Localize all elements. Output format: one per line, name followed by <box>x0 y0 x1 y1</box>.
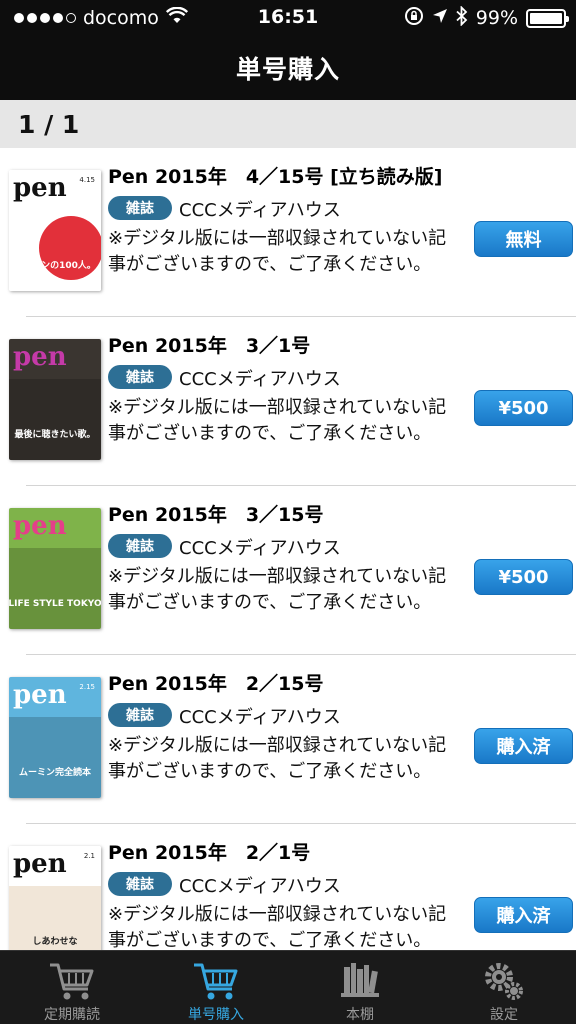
cover-issue: 4.15 <box>79 176 95 184</box>
cover-logo: pen <box>13 680 67 710</box>
magazine-cover[interactable]: pen 最後に聴きたい歌。 <box>9 339 101 460</box>
bookshelf-icon <box>341 963 379 997</box>
category-badge: 雑誌 <box>108 703 172 727</box>
page-count-header: 1 / 1 <box>0 100 576 148</box>
cover-headline: ニッポンの100人。 <box>14 259 96 271</box>
page-title: 単号購入 <box>235 55 340 84</box>
cart-icon <box>194 963 238 1000</box>
status-bar: docomo 16:51 99% <box>0 0 576 36</box>
publisher-name: CCCメディアハウス <box>179 876 341 897</box>
issue-title: Pen 2015年 3／15号 <box>108 504 324 526</box>
cover-headline: 最後に聴きたい歌。 <box>14 428 95 440</box>
publisher-name: CCCメディアハウス <box>179 538 341 559</box>
tab-label: 単号購入 <box>188 1007 244 1023</box>
battery-percent: 99% <box>475 7 518 29</box>
issue-title: Pen 2015年 3／1号 <box>108 335 311 357</box>
cover-logo: pen <box>13 173 67 203</box>
issue-note: ※デジタル版には一部収録されていない記事がございますので、ご了承ください。 <box>108 397 447 444</box>
list-item[interactable]: pen 2.15 ムーミン完全読本 Pen 2015年 2／15号 雑誌 CCC… <box>0 655 576 824</box>
cover-logo: pen <box>13 342 67 372</box>
purchase-button[interactable]: ¥500 <box>474 559 573 595</box>
publisher-name: CCCメディアハウス <box>179 200 341 221</box>
list-item[interactable]: pen 最後に聴きたい歌。 Pen 2015年 3／1号 雑誌 CCCメディアハ… <box>0 317 576 486</box>
cover-logo: pen <box>13 511 67 541</box>
magazine-cover[interactable]: pen 4.15 ニッポンの100人。 <box>9 170 101 291</box>
list-item[interactable]: pen 2.1 しあわせな Pen 2015年 2／1号 雑誌 CCCメディアハ… <box>0 824 576 950</box>
purchase-button[interactable]: 無料 <box>474 221 573 257</box>
issue-note: ※デジタル版には一部収録されていない記事がございますので、ご了承ください。 <box>108 566 447 613</box>
purchase-button[interactable]: 購入済 <box>474 897 573 933</box>
tab-settings[interactable]: 設定 <box>432 951 576 1024</box>
magazine-cover[interactable]: pen 2.1 しあわせな <box>9 846 101 950</box>
magazine-cover[interactable]: pen LIFE STYLE TOKYO <box>9 508 101 629</box>
rotation-lock-icon <box>404 6 424 31</box>
gear-icon <box>485 963 523 1000</box>
tab-label: 本棚 <box>346 1007 374 1023</box>
cover-headline: ムーミン完全読本 <box>19 766 92 778</box>
cover-headline: LIFE STYLE TOKYO <box>9 599 101 609</box>
cover-issue: 2.1 <box>84 852 95 860</box>
status-right: 99% <box>404 4 569 31</box>
cover-issue: 2.15 <box>79 683 95 691</box>
list-item[interactable]: pen LIFE STYLE TOKYO Pen 2015年 3／15号 雑誌 … <box>0 486 576 655</box>
issue-note: ※デジタル版には一部収録されていない記事がございますので、ご了承ください。 <box>108 904 447 950</box>
issue-title: Pen 2015年 2／15号 <box>108 673 324 695</box>
category-badge: 雑誌 <box>108 365 172 389</box>
battery-icon <box>526 8 569 28</box>
tab-single-issue[interactable]: 単号購入 <box>144 951 288 1024</box>
tab-bar: 定期購読 単号購入 本棚 設定 <box>0 950 576 1024</box>
purchase-button[interactable]: ¥500 <box>474 390 573 426</box>
category-badge: 雑誌 <box>108 534 172 558</box>
bluetooth-icon <box>456 4 468 31</box>
publisher-name: CCCメディアハウス <box>179 369 341 390</box>
tab-label: 定期購読 <box>44 1007 100 1023</box>
issue-list[interactable]: pen 4.15 ニッポンの100人。 Pen 2015年 4／15号 [立ち読… <box>0 148 576 950</box>
tab-subscription[interactable]: 定期購読 <box>0 951 144 1024</box>
location-arrow-icon <box>432 7 448 29</box>
cart-icon <box>50 963 94 1000</box>
category-badge: 雑誌 <box>108 196 172 220</box>
publisher-name: CCCメディアハウス <box>179 707 341 728</box>
issue-title: Pen 2015年 4／15号 [立ち読み版] <box>108 166 443 188</box>
category-badge: 雑誌 <box>108 872 172 896</box>
cover-logo: pen <box>13 849 67 879</box>
issue-title: Pen 2015年 2／1号 <box>108 842 311 864</box>
tab-bookshelf[interactable]: 本棚 <box>288 951 432 1024</box>
purchase-button[interactable]: 購入済 <box>474 728 573 764</box>
issue-note: ※デジタル版には一部収録されていない記事がございますので、ご了承ください。 <box>108 228 447 275</box>
cover-headline: しあわせな <box>32 936 77 947</box>
navigation-bar: 単号購入 <box>0 36 576 100</box>
magazine-cover[interactable]: pen 2.15 ムーミン完全読本 <box>9 677 101 798</box>
list-item[interactable]: pen 4.15 ニッポンの100人。 Pen 2015年 4／15号 [立ち読… <box>0 148 576 317</box>
issue-note: ※デジタル版には一部収録されていない記事がございますので、ご了承ください。 <box>108 735 447 782</box>
tab-label: 設定 <box>490 1007 518 1023</box>
